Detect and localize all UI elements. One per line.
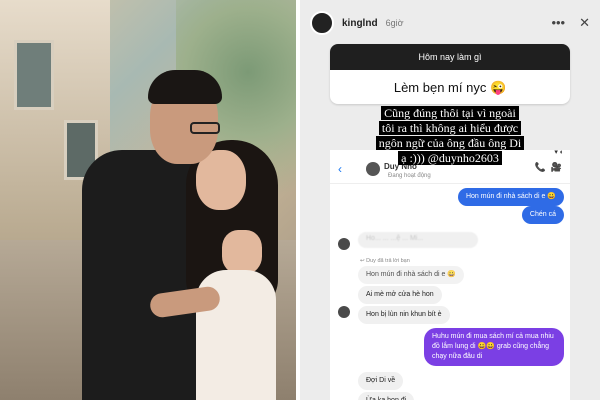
message-bubble: Ừa ka hon đi xyxy=(358,392,415,400)
caption-line: ngôn ngữ của ông đầu ông Di xyxy=(375,136,525,150)
avatar xyxy=(338,238,350,250)
reply-note: ↩ Duy đã trả lời bạn xyxy=(360,258,410,264)
story-header: kinglnd 6giờ ••• ✕ xyxy=(300,0,600,46)
more-icon[interactable]: ••• xyxy=(551,15,565,31)
message-bubble: Chén cá xyxy=(521,206,564,224)
question-prompt: Hôm nay làm gì xyxy=(330,44,570,70)
story-username[interactable]: kinglnd xyxy=(342,18,378,29)
woman-shoulder xyxy=(222,230,262,274)
instagram-story[interactable]: kinglnd 6giờ ••• ✕ Hôm nay làm gì Lèm bẹ… xyxy=(300,0,600,400)
question-answer: Lèm bẹn mí nyc 😜 xyxy=(393,80,507,95)
couple-photo xyxy=(0,0,296,400)
message-bubble: Ai mè mở cửa hè hon xyxy=(358,286,442,304)
glasses-icon xyxy=(190,122,220,134)
chat-screenshot: ▾ ◐ ‹ Duy Nhỏ Đang hoạt động 📞 🎥 Hon mún… xyxy=(330,150,570,400)
question-sticker[interactable]: Hôm nay làm gì Lèm bẹn mí nyc 😜 xyxy=(330,44,570,104)
story-caption: Cũng đúng thôi tại vì ngoài tôi ra thì k… xyxy=(330,106,570,166)
blurred-message: Ho... ... ...ệ ... Mi... xyxy=(358,232,478,248)
message-bubble: Đợi Di về xyxy=(358,372,404,390)
contact-status: Đang hoạt động xyxy=(388,173,431,179)
story-time: 6giờ xyxy=(385,18,404,28)
caption-line: ạ :))) @duynho2603 xyxy=(398,151,502,165)
composite-screenshot: kinglnd 6giờ ••• ✕ Hôm nay làm gì Lèm bẹ… xyxy=(0,0,600,400)
close-icon[interactable]: ✕ xyxy=(579,15,590,31)
caption-line: tôi ra thì không ai hiểu được xyxy=(378,121,522,135)
man-hair xyxy=(148,70,222,104)
message-bubble: Hon mún đi nhà sách di e 😀 xyxy=(358,266,465,284)
window xyxy=(14,40,54,110)
message-bubble: Hon mún đi nhà sách di e 😀 xyxy=(457,188,564,206)
avatar xyxy=(338,306,350,318)
message-bubble: Huhu mún đi mua sách mí cả mua nhiu đồ l… xyxy=(424,328,564,366)
message-bubble: Hon bị lùn nin khun bít è xyxy=(358,306,450,324)
avatar[interactable] xyxy=(310,11,334,35)
caption-line: Cũng đúng thôi tại vì ngoài xyxy=(381,106,519,120)
